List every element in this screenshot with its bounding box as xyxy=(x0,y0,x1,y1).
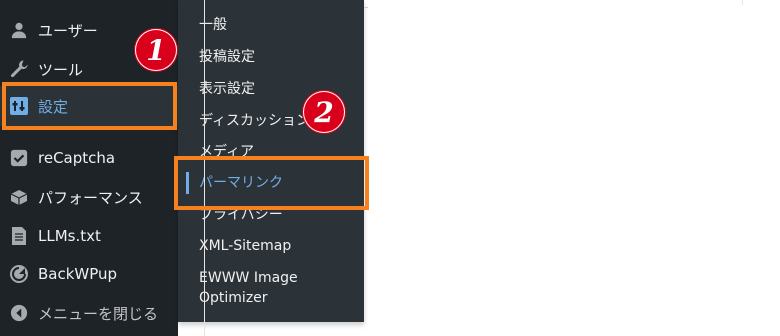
submenu-item-writing[interactable]: 投稿設定 xyxy=(178,40,364,72)
sidebar-item-label: ツール xyxy=(38,60,84,79)
submenu-item-ewww[interactable]: EWWW Image Optimizer xyxy=(178,268,364,312)
checkbox-icon xyxy=(8,147,30,169)
submenu-item-label: EWWW Image Optimizer xyxy=(199,270,298,306)
submenu-item-general[interactable]: 一般 xyxy=(178,8,364,40)
sidebar-item-label: ユーザー xyxy=(38,21,98,40)
submenu-item-label: ディスカッション xyxy=(199,113,311,129)
submenu-item-label: 投稿設定 xyxy=(199,49,255,65)
submenu-item-label: XML-Sitemap xyxy=(199,238,292,254)
sidebar-item-label: reCaptcha xyxy=(38,149,116,167)
collapse-menu-button[interactable]: メニューを閉じる xyxy=(0,293,178,333)
sidebar-item-llms[interactable]: LLMs.txt xyxy=(0,216,178,256)
sidebar-item-label: パフォーマンス xyxy=(38,188,143,207)
content-divider xyxy=(364,7,368,8)
step-1-badge: 1 xyxy=(136,30,176,70)
highlight-settings xyxy=(2,82,177,130)
sidebar-item-performance[interactable]: パフォーマンス xyxy=(0,177,178,217)
sidebar-item-label: LLMs.txt xyxy=(38,227,101,245)
backwpup-icon xyxy=(8,263,30,285)
collapse-arrow-icon xyxy=(8,302,30,324)
submenu-item-xml-sitemap[interactable]: XML-Sitemap xyxy=(178,230,364,262)
wrench-icon xyxy=(8,58,30,80)
document-icon xyxy=(8,225,30,247)
highlight-permalinks xyxy=(174,156,369,210)
step-2-badge: 2 xyxy=(304,92,344,132)
sidebar-item-backwpup[interactable]: BackWPup xyxy=(0,254,178,294)
performance-icon xyxy=(8,186,30,208)
sidebar-item-label: BackWPup xyxy=(38,265,118,283)
sidebar-item-recaptcha[interactable]: reCaptcha xyxy=(0,138,178,178)
user-icon xyxy=(8,19,30,41)
sidebar-item-label: メニューを閉じる xyxy=(38,304,159,323)
content-border-right xyxy=(742,0,743,5)
submenu-item-label: 表示設定 xyxy=(199,81,255,97)
